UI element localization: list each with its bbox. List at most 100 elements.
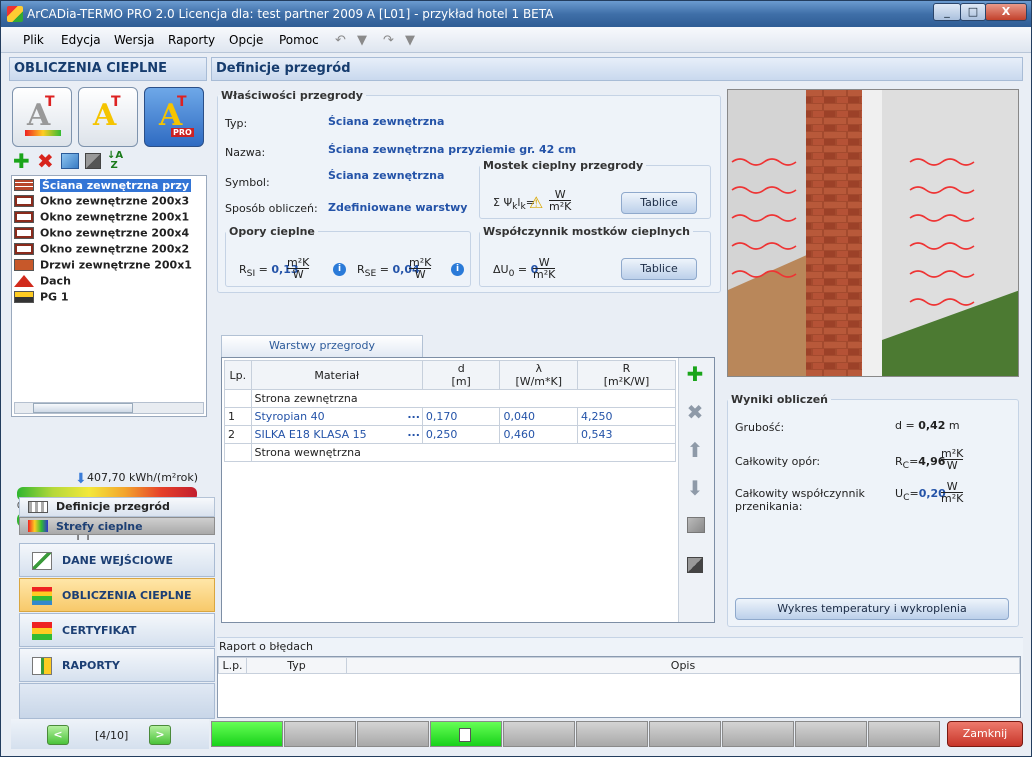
minimize-button[interactable]: _ xyxy=(933,3,961,21)
temperature-chart-button[interactable]: Wykres temperatury i wykroplenia xyxy=(735,598,1009,620)
menu-wersja[interactable]: Wersja xyxy=(114,33,154,47)
copy-icon[interactable] xyxy=(61,153,79,169)
step-segment-5[interactable] xyxy=(503,721,575,747)
layers-col-header[interactable]: d [m] xyxy=(421,360,501,390)
paste-layer-icon[interactable] xyxy=(687,557,703,573)
tree-item[interactable]: Drzwi zewnętrzne 200x1 xyxy=(14,258,192,274)
layers-col-header[interactable]: Materiał xyxy=(250,360,423,390)
redo-dropdown-icon[interactable]: ▼ xyxy=(405,33,415,48)
du-sub: 0 xyxy=(508,268,515,280)
rsi-sub: SI xyxy=(246,268,256,280)
menu-pomoc[interactable]: Pomoc xyxy=(279,33,319,47)
unit-den: m²K xyxy=(549,200,572,213)
menu-edycja[interactable]: Edycja xyxy=(61,33,101,47)
material-picker-button[interactable]: ... xyxy=(407,426,420,439)
rse-info-icon[interactable]: i xyxy=(451,263,464,276)
row-lambda[interactable]: 0,040 xyxy=(499,407,579,426)
step-segment-6[interactable] xyxy=(576,721,648,747)
nav-dane-wejsciowe[interactable]: DANE WEJŚCIOWE xyxy=(19,543,215,577)
layers-col-header[interactable]: λ [W/m*K] xyxy=(499,360,579,390)
errors-col-lp[interactable]: L.p. xyxy=(218,657,247,674)
layers-col-header[interactable]: Lp. xyxy=(224,360,252,390)
tree-item[interactable]: Okno zewnętrzne 200x3 xyxy=(14,194,189,210)
window-icon xyxy=(14,243,34,255)
outer-side-row-label: Strona zewnętrzna xyxy=(250,389,677,408)
errors-col-typ[interactable]: Typ xyxy=(246,657,347,674)
energy-marker-icon: ⬇ xyxy=(75,471,87,487)
delete-layer-icon[interactable]: ✖ xyxy=(684,401,706,423)
mode-sub: T xyxy=(177,94,187,110)
row-d[interactable]: 0,250 xyxy=(421,425,501,444)
document-icon xyxy=(459,728,471,742)
step-segment-10[interactable] xyxy=(868,721,940,747)
step-segment-4[interactable] xyxy=(430,721,502,747)
row-r[interactable]: 4,250 xyxy=(577,407,676,426)
rsi-unit: m²K W xyxy=(287,257,310,280)
left-panel: OBLICZENIA CIEPLNE A T A T A T PRO ✚ ✖ ↓… xyxy=(9,57,215,749)
subnav-definicje[interactable]: Definicje przegród xyxy=(19,497,215,517)
title-bar: ArCADia-TERMO PRO 2.0 Licencja dla: test… xyxy=(1,1,1031,27)
subnav-strefy[interactable]: Strefy cieplne xyxy=(19,517,215,535)
tree-item[interactable]: Okno zewnętrzne 200x2 xyxy=(14,242,189,258)
layer-row[interactable]: 2 SILKA E18 KLASA 15... 0,250 0,460 0,543 xyxy=(224,425,676,444)
undo-dropdown-icon[interactable]: ▼ xyxy=(357,33,367,48)
mode-button-basic[interactable]: A T xyxy=(12,87,72,147)
partition-tree: Ściana zewnętrzna przy Okno zewnętrzne 20… xyxy=(11,175,207,417)
layer-row[interactable]: 1 Styropian 40... 0,170 0,040 4,250 xyxy=(224,407,676,426)
nav-obliczenia-cieplne[interactable]: OBLICZENIA CIEPLNE xyxy=(19,578,215,612)
step-segment-2[interactable] xyxy=(284,721,356,747)
move-up-icon[interactable]: ⬆ xyxy=(684,439,706,461)
menu-raporty[interactable]: Raporty xyxy=(168,33,215,47)
tree-item[interactable]: Okno zewnętrzne 200x4 xyxy=(14,226,189,242)
close-button[interactable]: Zamknij xyxy=(947,721,1023,747)
rsi-info-icon[interactable]: i xyxy=(333,263,346,276)
sort-az-icon[interactable]: ↓A Z xyxy=(107,151,123,171)
tree-item[interactable]: Okno zewnętrzne 200x1 xyxy=(14,210,189,226)
tree-item[interactable]: Ściana zewnętrzna przy xyxy=(14,178,192,194)
add-layer-icon[interactable]: ✚ xyxy=(684,363,706,385)
tree-item-label: Okno zewnętrzne 200x1 xyxy=(40,210,190,224)
row-lambda[interactable]: 0,460 xyxy=(499,425,579,444)
step-segment-7[interactable] xyxy=(649,721,721,747)
next-page-button[interactable]: > xyxy=(149,725,171,745)
row-r[interactable]: 0,543 xyxy=(577,425,676,444)
tree-item[interactable]: PG 1 xyxy=(14,290,69,306)
tab-warstwy[interactable]: Warstwy przegrody xyxy=(221,335,423,357)
step-segment-9[interactable] xyxy=(795,721,867,747)
floor-icon xyxy=(14,291,34,303)
material-picker-button[interactable]: ... xyxy=(407,408,420,421)
close-window-button[interactable]: X xyxy=(985,3,1027,21)
row-material[interactable]: Styropian 40... xyxy=(250,407,423,426)
unit-den: m²K xyxy=(533,268,556,281)
page-title: Definicje przegród xyxy=(211,57,1023,81)
maximize-button[interactable]: □ xyxy=(960,3,986,21)
undo-icon[interactable]: ↶ xyxy=(335,33,346,48)
add-icon[interactable]: ✚ xyxy=(13,151,30,171)
layers-col-header[interactable]: R [m²K/W] xyxy=(577,360,676,390)
mode-button-standard[interactable]: A T xyxy=(78,87,138,147)
delete-icon[interactable]: ✖ xyxy=(37,151,54,171)
step-segment-8[interactable] xyxy=(722,721,794,747)
step-segment-3[interactable] xyxy=(357,721,429,747)
menu-plik[interactable]: Plik xyxy=(23,33,44,47)
redo-icon[interactable]: ↷ xyxy=(383,33,394,48)
copy-layer-icon[interactable] xyxy=(687,517,705,533)
tree-scrollbar[interactable] xyxy=(14,402,204,414)
nav-certyfikat[interactable]: CERTYFIKAT xyxy=(19,613,215,647)
tree-scroll-thumb[interactable] xyxy=(33,403,133,413)
mostek-tablice-button[interactable]: Tablice xyxy=(621,192,697,214)
du-tablice-button[interactable]: Tablice xyxy=(621,258,697,280)
mode-button-pro[interactable]: A T PRO xyxy=(144,87,204,147)
move-down-icon[interactable]: ⬇ xyxy=(684,477,706,499)
row-d[interactable]: 0,170 xyxy=(421,407,501,426)
row-material[interactable]: SILKA E18 KLASA 15... xyxy=(250,425,423,444)
errors-col-opis[interactable]: Opis xyxy=(346,657,1020,674)
nav-label: RAPORTY xyxy=(62,659,120,672)
prev-page-button[interactable]: < xyxy=(47,725,69,745)
paste-icon[interactable] xyxy=(85,153,101,169)
tree-item[interactable]: Dach xyxy=(14,274,71,290)
step-segment-1[interactable] xyxy=(211,721,283,747)
nav-raporty[interactable]: RAPORTY xyxy=(19,648,215,682)
warning-icon: ⚠ xyxy=(529,193,544,212)
menu-opcje[interactable]: Opcje xyxy=(229,33,263,47)
